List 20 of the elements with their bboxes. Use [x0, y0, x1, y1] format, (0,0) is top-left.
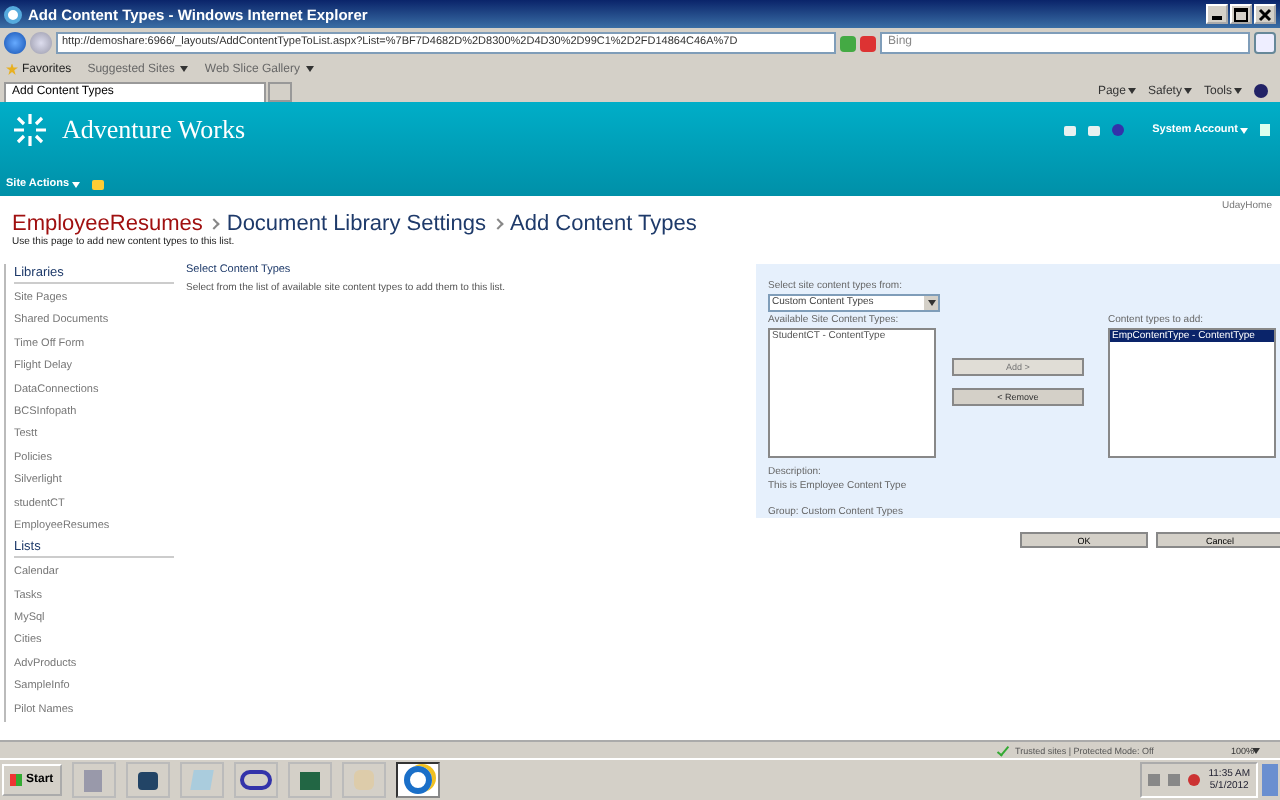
breadcrumb-link[interactable]: Document Library Settings	[226, 212, 486, 236]
maximize-button[interactable]	[1230, 4, 1252, 24]
caret-icon[interactable]	[1183, 88, 1192, 94]
check-icon	[997, 743, 1011, 757]
new-tab-button[interactable]	[268, 82, 292, 102]
back-button[interactable]	[4, 32, 26, 54]
minimize-button[interactable]	[1206, 4, 1228, 24]
site-title[interactable]: Adventure Works	[62, 114, 246, 146]
refresh-button[interactable]	[840, 35, 856, 51]
chevron-icon	[492, 218, 504, 230]
caret-icon[interactable]	[180, 66, 189, 72]
sunburst-logo-icon	[10, 110, 50, 150]
chevron-icon	[209, 218, 221, 230]
close-button[interactable]	[1254, 4, 1276, 24]
breadcrumb-link[interactable]: EmployeeResumes	[12, 212, 203, 236]
caret-icon[interactable]	[1234, 88, 1242, 94]
help-icon[interactable]	[1254, 84, 1268, 98]
caret-icon[interactable]	[305, 66, 314, 72]
caret-icon[interactable]	[1127, 88, 1136, 94]
stop-button[interactable]	[860, 35, 876, 51]
